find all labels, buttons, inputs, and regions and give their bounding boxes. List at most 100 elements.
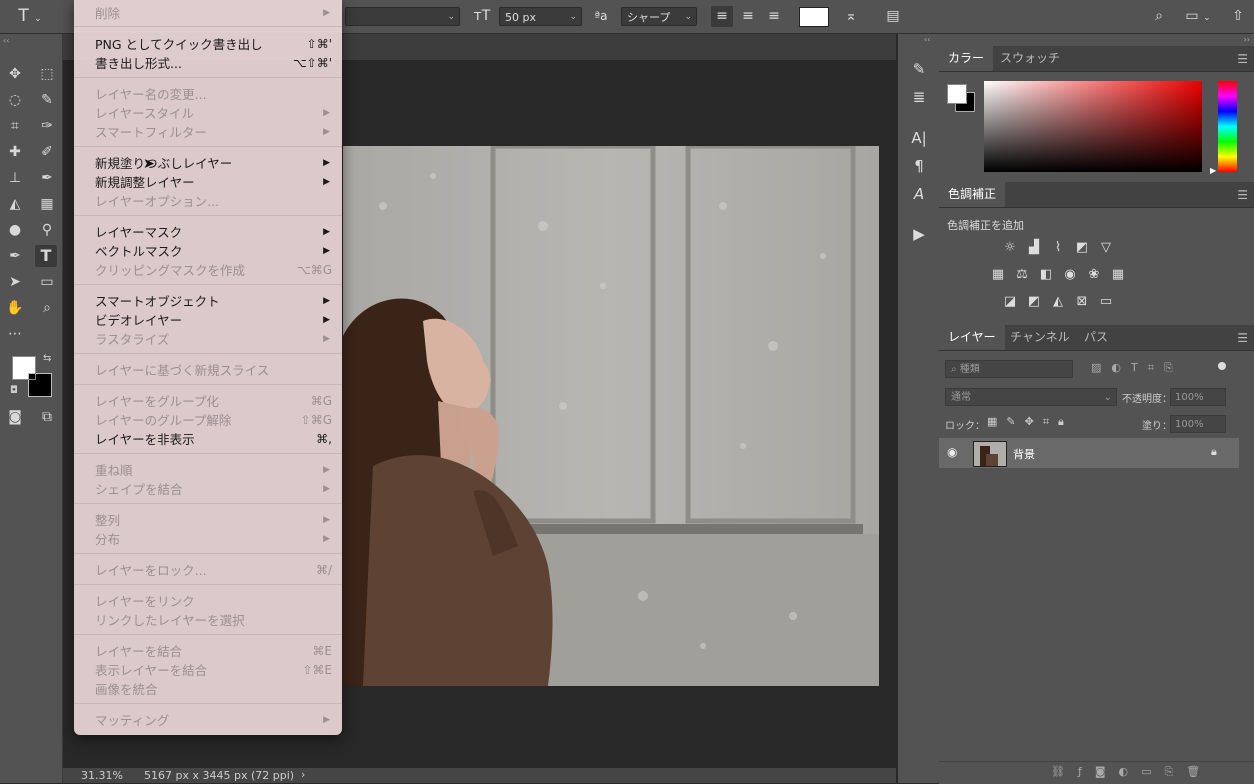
color-balance-icon[interactable]: ⚖ [1013,266,1031,284]
search-icon[interactable]: ⌕ [1148,6,1170,27]
status-bar: 31.31% 5167 px x 3445 px (72 ppi) › [63,768,896,783]
status-arrow-icon[interactable]: › [301,768,305,781]
blend-mode-select[interactable]: 通常 ⌄ [945,388,1117,406]
type-tool-preset-icon[interactable]: T ⌄ [12,6,48,27]
invert-icon[interactable]: ◪ [1001,293,1019,311]
tab-paths[interactable]: パス [1075,325,1117,350]
healing-brush-tool-icon[interactable]: ✚ [4,141,26,163]
warp-text-icon[interactable]: ⌅ [840,6,862,27]
glyphs-icon[interactable]: A [908,183,930,205]
path-selection-tool-icon[interactable]: ➤ [4,271,26,293]
menu-item[interactable]: スマートオブジェクト ▶ [74,292,342,311]
layer-filter-select[interactable]: ⌕ 種類 [945,360,1073,378]
character-icon[interactable]: A| [908,127,930,149]
hand-tool-icon[interactable]: ✋ [4,297,26,319]
swap-colors-icon[interactable]: ⇆ [43,353,51,364]
crop-tool-icon[interactable]: ⌗ [4,115,26,137]
menu-item[interactable]: 新規調整レイヤー ▶ [74,173,342,192]
marquee-tool-icon[interactable]: ⬚ [36,63,58,85]
brightness-contrast-icon[interactable]: ☼ [1001,239,1019,257]
quick-selection-tool-icon[interactable]: ✎ [36,89,58,111]
layer-filter-type-icons[interactable]: ▨◐T⌗⎘ [1091,361,1183,375]
tab-adjustments[interactable]: 色調補正 [939,182,1006,207]
posterize-icon[interactable]: ◩ [1025,293,1043,311]
default-colors-icon[interactable]: ◘ [10,385,18,396]
lock-option-icons[interactable]: ▦✎✥⌗🔒︎ [987,415,1073,429]
exposure-icon[interactable]: ◩ [1073,239,1091,257]
text-color-swatch[interactable] [799,7,829,27]
tab-swatches[interactable]: スウォッチ [991,46,1069,71]
dodge-tool-icon[interactable]: ⚲ [36,219,58,241]
color-lookup-icon[interactable]: ▦ [1109,266,1127,284]
menu-item[interactable]: PNG としてクイック書き出し ⇧⌘' [74,35,342,54]
color-panel-fg-swatch[interactable] [947,84,967,104]
black-white-icon[interactable]: ◧ [1037,266,1055,284]
align-left-icon[interactable]: ≡ [711,6,733,27]
move-tool-icon[interactable]: ✥ [4,63,26,85]
menu-item[interactable]: ビデオレイヤー ▶ [74,311,342,330]
layer-name[interactable]: 背景 [1013,446,1035,462]
tab-layers[interactable]: レイヤー [939,325,1005,350]
screen-mode-icon[interactable]: ⧉ [36,406,58,428]
character-panel-icon[interactable]: ▤ [882,6,904,27]
zoom-tool-icon[interactable]: ⌕ [36,297,58,319]
hue-saturation-icon[interactable]: ▦ [989,266,1007,284]
brush-settings-icon[interactable]: ✎ [908,58,930,80]
menu-item[interactable]: ベクトルマスク ▶ [74,242,342,261]
collapse-icon[interactable]: ‹‹ [3,36,9,45]
align-center-icon[interactable]: ≡ [737,6,759,27]
levels-icon[interactable]: ▟ [1025,239,1043,257]
vibrance-icon[interactable]: ▽ [1097,239,1115,257]
clone-stamp-tool-icon[interactable]: ⊥ [4,167,26,189]
menu-item[interactable]: レイヤーを非表示 ⌘, [74,430,342,449]
layers-footer-icons[interactable]: ⛓ƒ◙◐▭⎘🗑︎ [1051,765,1213,779]
menu-item-shortcut: ⇧⌘' [306,37,332,51]
history-brush-tool-icon[interactable]: ✒ [36,167,58,189]
hue-slider-marker-icon[interactable]: ▶ [1210,166,1216,175]
paragraph-icon[interactable]: ¶ [908,155,930,177]
menu-item[interactable]: 書き出し形式... ⌥⇧⌘' [74,54,342,73]
eraser-tool-icon[interactable]: ◭ [4,193,26,215]
rectangle-tool-icon[interactable]: ▭ [36,271,58,293]
brush-tool-icon[interactable]: ✐ [36,141,58,163]
adjustments-panel-menu-icon[interactable]: ☰ [1237,188,1248,202]
edit-toolbar-icon[interactable]: ⋯ [4,323,26,345]
menu-item[interactable]: レイヤーマスク ▶ [74,223,342,242]
tab-channels[interactable]: チャンネル [1001,325,1079,350]
gradient-map-icon[interactable]: ▭ [1097,293,1115,311]
filter-toggle-icon[interactable] [1218,362,1226,370]
layer-row[interactable]: ◉ 背景 🔒︎ [939,438,1239,468]
blur-tool-icon[interactable]: ● [4,219,26,241]
antialias-select[interactable]: シャープ ⌄ [621,7,697,26]
type-tool-icon[interactable]: T [35,245,57,267]
collapse-panels-icon[interactable]: ›› [1244,35,1250,44]
curves-icon[interactable]: ⌇ [1049,239,1067,257]
quick-mask-icon[interactable]: ◙ [4,406,26,428]
properties-icon[interactable]: ≣ [908,86,930,108]
layers-panel-menu-icon[interactable]: ☰ [1237,331,1248,345]
photo-filter-icon[interactable]: ◉ [1061,266,1079,284]
eyedropper-tool-icon[interactable]: ✑ [36,115,58,137]
actions-play-icon[interactable]: ▶ [908,223,930,245]
align-right-icon[interactable]: ≡ [763,6,785,27]
font-size-select[interactable]: 50 px ⌄ [499,7,582,26]
font-style-select[interactable]: ⌄ [345,7,460,26]
gradient-tool-icon[interactable]: ▦ [36,193,58,215]
channel-mixer-icon[interactable]: ❀ [1085,266,1103,284]
collapse-strip-icon[interactable]: ‹‹ [924,35,930,44]
color-spectrum-field[interactable] [984,81,1202,172]
selective-color-icon[interactable]: ⊠ [1073,293,1091,311]
fill-input[interactable]: 100% [1170,415,1226,433]
zoom-level[interactable]: 31.31% [81,769,123,782]
tab-color[interactable]: カラー [939,46,994,71]
share-icon[interactable]: ⇧ [1227,6,1249,27]
opacity-input[interactable]: 100% [1170,388,1226,406]
pen-tool-icon[interactable]: ✒ [4,245,26,267]
workspace-icon[interactable]: ▭ ⌄ [1180,6,1216,27]
visibility-eye-icon[interactable]: ◉ [947,445,957,459]
menu-item[interactable]: 新規塗りつぶしレイヤー ▶ [74,154,342,173]
lasso-tool-icon[interactable]: ◌ [4,89,26,111]
hue-slider[interactable] [1218,81,1237,172]
threshold-icon[interactable]: ◭ [1049,293,1067,311]
color-panel-menu-icon[interactable]: ☰ [1237,52,1248,66]
